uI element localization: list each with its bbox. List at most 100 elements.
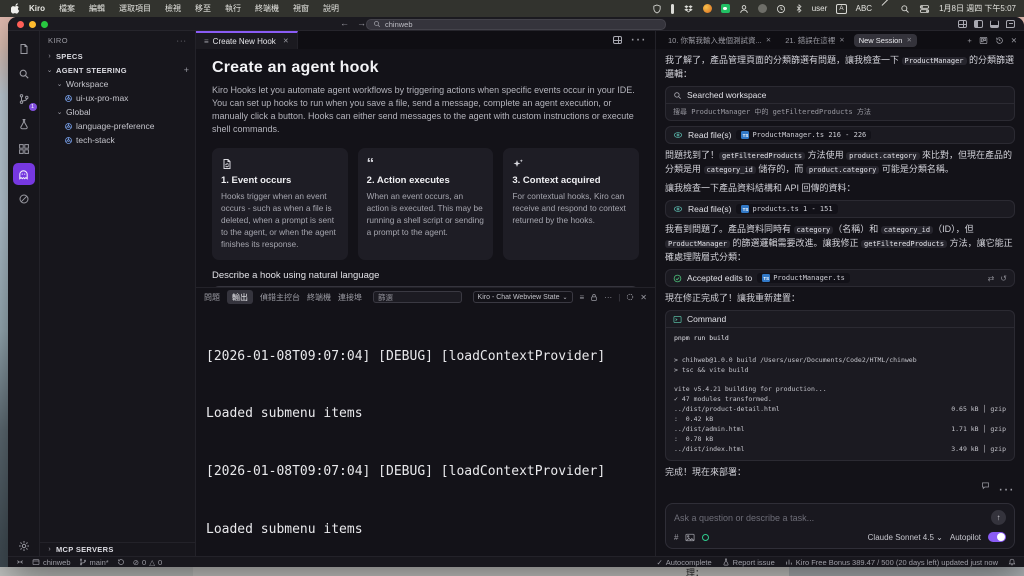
send-message-button[interactable]: ↑ — [991, 510, 1006, 525]
feedback-bubble-icon[interactable] — [981, 481, 990, 499]
close-session-icon[interactable]: ✕ — [839, 36, 844, 44]
lock-scroll-icon[interactable] — [590, 293, 598, 302]
context-hash-icon[interactable]: # — [674, 533, 678, 542]
remote-indicator[interactable] — [16, 558, 24, 566]
activity-disabled-button[interactable] — [13, 188, 35, 210]
sync-icon[interactable] — [117, 558, 125, 566]
user-menu-label[interactable]: user — [812, 4, 828, 13]
add-steering-icon[interactable]: + — [184, 65, 189, 75]
menu-file[interactable]: 檔案 — [52, 3, 82, 14]
chat-message-list[interactable]: 我了解了，產品管理頁面的分類篩選有問題，讓我檢查一下 ProductManage… — [656, 49, 1024, 477]
sidebar-more-icon[interactable]: ··· — [177, 36, 188, 45]
new-session-icon[interactable]: + — [967, 36, 971, 45]
tree-item-global[interactable]: ⌄ Global — [40, 105, 195, 119]
read-files-block[interactable]: Read file(s) TS products.ts 1 - 151 — [665, 200, 1015, 218]
close-chat-panel-icon[interactable]: ✕ — [1011, 36, 1017, 45]
mcp-status-icon[interactable] — [702, 533, 710, 541]
close-tab-icon[interactable]: ✕ — [283, 37, 289, 45]
ime-label[interactable]: ABC — [856, 4, 872, 13]
activity-test-button[interactable] — [13, 113, 35, 135]
tree-item-tech-stack[interactable]: tech-stack — [40, 133, 195, 147]
sidebar-section-specs[interactable]: › SPECS — [40, 49, 195, 63]
close-panel-icon[interactable]: ✕ — [640, 293, 647, 302]
close-session-icon[interactable]: ✕ — [906, 36, 911, 44]
ime-icon[interactable]: A — [836, 3, 847, 14]
file-chip[interactable]: TS ProductManager.ts 216 - 226 — [736, 130, 872, 140]
session-tab-new[interactable]: New Session ✕ — [853, 33, 917, 47]
control-center-icon[interactable] — [919, 4, 930, 14]
command-block[interactable]: Command pnpm run build > chihweb@1.0.0 b… — [665, 310, 1015, 461]
tree-item-language-preference[interactable]: language-preference — [40, 119, 195, 133]
word-wrap-icon[interactable]: ≡ — [580, 293, 585, 302]
line-app-icon[interactable] — [720, 4, 730, 13]
menu-edit[interactable]: 編輯 — [82, 3, 112, 14]
notifications-bell-icon[interactable] — [1008, 558, 1016, 566]
sidebar-section-agent-steering[interactable]: ⌄ AGENT STEERING + — [40, 63, 195, 77]
kiro-bonus-status[interactable]: Kiro Free Bonus 389.47 / 500 (20 days le… — [785, 558, 998, 567]
menu-clock-label[interactable]: 1月8日 週四 下午5:07 — [939, 3, 1016, 14]
split-editor-icon[interactable] — [613, 36, 623, 44]
editor-more-actions-icon[interactable]: ··· — [630, 31, 646, 49]
bluetooth-icon[interactable] — [795, 3, 803, 14]
tree-item-workspace[interactable]: ⌄ Workspace — [40, 77, 195, 91]
clear-output-icon[interactable] — [626, 293, 634, 301]
chat-input[interactable] — [674, 512, 991, 523]
apple-menu-icon[interactable] — [8, 3, 22, 14]
git-branch-status[interactable]: main* — [79, 558, 109, 567]
toggle-panel-icon[interactable] — [990, 20, 999, 28]
toggle-sidebar-icon[interactable] — [974, 20, 983, 28]
zoom-window-button[interactable] — [41, 20, 48, 28]
composer-more-icon[interactable]: ··· — [998, 481, 1014, 499]
model-selector[interactable]: Claude Sonnet 4.5 ⌄ — [868, 533, 943, 542]
diff-icon[interactable]: ⇄ — [988, 274, 995, 283]
menu-window[interactable]: 視窗 — [286, 3, 316, 14]
menu-terminal[interactable]: 終端機 — [248, 3, 286, 14]
session-tab-1[interactable]: 10. 你幫我輸入幾個測試資... ✕ — [663, 33, 776, 48]
attach-image-icon[interactable] — [685, 533, 695, 542]
panel-more-icon[interactable]: ··· — [604, 293, 612, 302]
customize-layout-icon[interactable] — [958, 20, 967, 28]
task-board-icon[interactable] — [979, 36, 988, 45]
tab-terminal[interactable]: 終端機 — [307, 292, 331, 303]
autocomplete-status[interactable]: ✓ Autocomplete — [657, 558, 712, 567]
pen-status-icon[interactable] — [670, 3, 674, 14]
app-status-orange-icon[interactable] — [702, 4, 712, 13]
accepted-edits-block[interactable]: Accepted edits to TS ProductManager.ts ⇄… — [665, 269, 1015, 287]
menu-selection[interactable]: 選取項目 — [112, 3, 158, 14]
tab-output[interactable]: 輸出 — [227, 290, 253, 304]
file-chip[interactable]: TS products.ts 1 - 151 — [736, 204, 838, 214]
user-status-icon[interactable] — [739, 4, 749, 14]
problems-status[interactable]: ⊘ 0 △ 0 — [133, 558, 162, 567]
history-icon[interactable] — [995, 36, 1004, 45]
tab-create-new-hook[interactable]: ≡ Create New Hook ✕ — [196, 31, 298, 49]
output-source-select[interactable]: Kiro - Chat Webview State ⌄ — [472, 291, 573, 303]
activity-kiro-agent-button[interactable] — [12, 163, 35, 185]
stylus-icon[interactable] — [881, 4, 891, 14]
autopilot-toggle[interactable] — [988, 532, 1006, 542]
toggle-chat-icon[interactable] — [1006, 20, 1015, 28]
menu-run[interactable]: 執行 — [218, 3, 248, 14]
searched-workspace-block[interactable]: Searched workspace 搜尋 ProductManager 中的 … — [665, 86, 1015, 121]
workspace-name[interactable]: chinweb — [32, 558, 71, 567]
tree-item-ui-ux-pro-max[interactable]: ui-ux-pro-max — [40, 91, 195, 105]
tab-problems[interactable]: 問題 — [204, 292, 220, 303]
activity-search-button[interactable] — [13, 63, 35, 85]
activity-settings-button[interactable] — [8, 540, 40, 552]
activity-source-control-button[interactable]: 1 — [13, 88, 37, 111]
minimize-window-button[interactable] — [29, 20, 36, 28]
nav-forward-icon[interactable]: → — [357, 18, 366, 28]
activity-explorer-button[interactable] — [13, 38, 35, 60]
spotlight-icon[interactable] — [900, 4, 910, 14]
menu-go[interactable]: 移至 — [188, 3, 218, 14]
dim-status-icon[interactable] — [757, 4, 767, 13]
session-tab-2[interactable]: 21. 錯誤在這裡 ✕ — [780, 33, 849, 48]
undo-icon[interactable]: ↺ — [1000, 274, 1007, 283]
nav-back-icon[interactable]: ← — [340, 18, 349, 28]
read-files-block[interactable]: Read file(s) TS ProductManager.ts 216 - … — [665, 126, 1015, 144]
dropbox-icon[interactable] — [683, 4, 694, 14]
shield-icon[interactable] — [652, 4, 662, 14]
menu-help[interactable]: 說明 — [316, 3, 346, 14]
menu-view[interactable]: 檢視 — [158, 3, 188, 14]
close-window-button[interactable] — [17, 20, 24, 28]
report-issue-button[interactable]: Report issue — [722, 558, 775, 567]
